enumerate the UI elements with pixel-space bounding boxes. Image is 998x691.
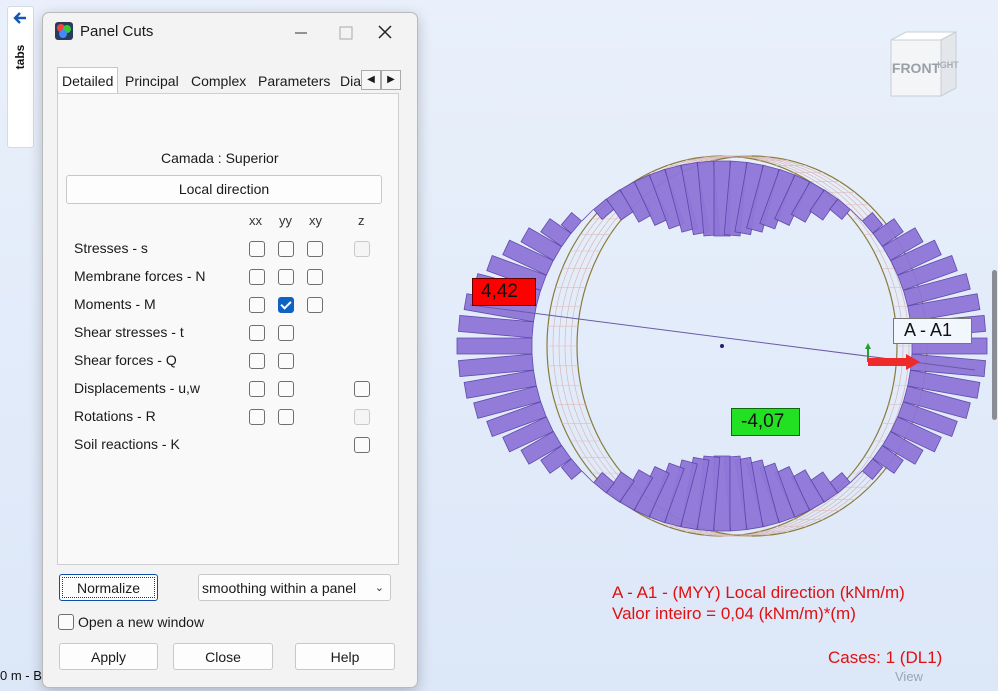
section-label: A - A1 xyxy=(893,318,972,344)
view-cube-front-text: FRONT xyxy=(892,60,941,76)
app-icon xyxy=(55,22,73,40)
result-scale: Valor inteiro = 0,04 (kNm/m)*(m) xyxy=(612,604,856,623)
checkbox-z xyxy=(354,409,370,425)
checkbox-xx[interactable] xyxy=(249,241,265,257)
checkbox-xy[interactable] xyxy=(307,297,323,313)
checkbox-yy[interactable] xyxy=(278,297,294,313)
row-label: Stresses - s xyxy=(74,240,148,256)
help-button[interactable]: Help xyxy=(295,643,395,670)
row-label: Shear stresses - t xyxy=(74,324,184,340)
column-header-xx: xx xyxy=(249,213,262,228)
max-value-badge: 4,42 xyxy=(472,278,536,306)
checkbox-xy[interactable] xyxy=(307,269,323,285)
local-direction-button[interactable]: Local direction xyxy=(66,175,382,204)
checkbox-yy[interactable] xyxy=(278,381,294,397)
smoothing-select-value: smoothing within a panel xyxy=(202,580,357,596)
section-label-text: A - A1 xyxy=(904,320,953,340)
checkbox-xx[interactable] xyxy=(249,325,265,341)
checkbox-z[interactable] xyxy=(354,381,370,397)
row-label: Membrane forces - N xyxy=(74,268,206,284)
checkbox-z[interactable] xyxy=(354,437,370,453)
min-value-badge: -4,07 xyxy=(731,408,800,436)
title-bar[interactable]: Panel Cuts xyxy=(43,13,417,51)
checkbox-xy[interactable] xyxy=(307,241,323,257)
checkbox-xx[interactable] xyxy=(249,409,265,425)
panel-cuts-dialog: Panel Cuts Detailed Principal Complex Pa… xyxy=(42,12,418,688)
column-header-yy: yy xyxy=(279,213,292,228)
checkbox-z xyxy=(354,241,370,257)
checkbox-xx[interactable] xyxy=(249,297,265,313)
tab-scroll-left-icon[interactable]: ◀ xyxy=(361,70,381,90)
open-new-window-label: Open a new window xyxy=(78,614,205,630)
checkbox-yy[interactable] xyxy=(278,353,294,369)
center-point xyxy=(720,344,724,348)
view-cube-right-text: IGHT xyxy=(937,60,959,70)
min-value-text: -4,07 xyxy=(741,411,785,432)
max-value-text: 4,42 xyxy=(481,281,518,302)
tab-parameters[interactable]: Parameters xyxy=(254,70,334,92)
status-text: 0 m - B xyxy=(0,668,42,683)
tab-strip: Detailed Principal Complex Parameters Di… xyxy=(57,67,403,94)
smoothing-select[interactable]: smoothing within a panel ⌄ xyxy=(198,574,391,601)
close-icon[interactable] xyxy=(367,17,403,47)
chevron-down-icon: ⌄ xyxy=(374,582,384,594)
dialog-title: Panel Cuts xyxy=(80,23,154,40)
checkbox-xx[interactable] xyxy=(249,269,265,285)
view-cube[interactable]: FRONT IGHT xyxy=(886,30,966,105)
checkbox-yy[interactable] xyxy=(278,269,294,285)
row-label: Moments - M xyxy=(74,296,156,312)
tab-complex[interactable]: Complex xyxy=(187,70,250,92)
result-title: A - A1 - (MYY) Local direction (kNm/m) xyxy=(612,583,905,602)
close-button[interactable]: Close xyxy=(173,643,273,670)
local-axis-arrows xyxy=(865,343,920,370)
tab-detailed[interactable]: Detailed xyxy=(57,67,119,94)
camada-label: Camada : Superior xyxy=(161,150,279,166)
minimize-icon[interactable] xyxy=(283,17,319,47)
maximize-icon[interactable] xyxy=(328,17,364,47)
viewport-scrollbar[interactable] xyxy=(992,270,997,420)
row-label: Rotations - R xyxy=(74,408,156,424)
tab-scroll-right-icon[interactable]: ▶ xyxy=(381,70,401,90)
column-header-xy: xy xyxy=(309,213,322,228)
checkbox-xx[interactable] xyxy=(249,381,265,397)
row-label: Shear forces - Q xyxy=(74,352,177,368)
cases-label: Cases: 1 (DL1) xyxy=(828,648,943,667)
column-header-z: z xyxy=(358,213,365,228)
view-label: View xyxy=(895,669,923,684)
normalize-button[interactable]: Normalize xyxy=(59,574,158,601)
checkbox-yy[interactable] xyxy=(278,241,294,257)
checkbox-yy[interactable] xyxy=(278,409,294,425)
row-label: Soil reactions - K xyxy=(74,436,180,452)
checkbox-xx[interactable] xyxy=(249,353,265,369)
apply-button[interactable]: Apply xyxy=(59,643,158,670)
tab-principal[interactable]: Principal xyxy=(121,70,183,92)
checkbox-yy[interactable] xyxy=(278,325,294,341)
open-new-window-checkbox[interactable] xyxy=(58,614,74,630)
diagram-bar xyxy=(456,337,533,355)
row-label: Displacements - u,w xyxy=(74,380,201,396)
